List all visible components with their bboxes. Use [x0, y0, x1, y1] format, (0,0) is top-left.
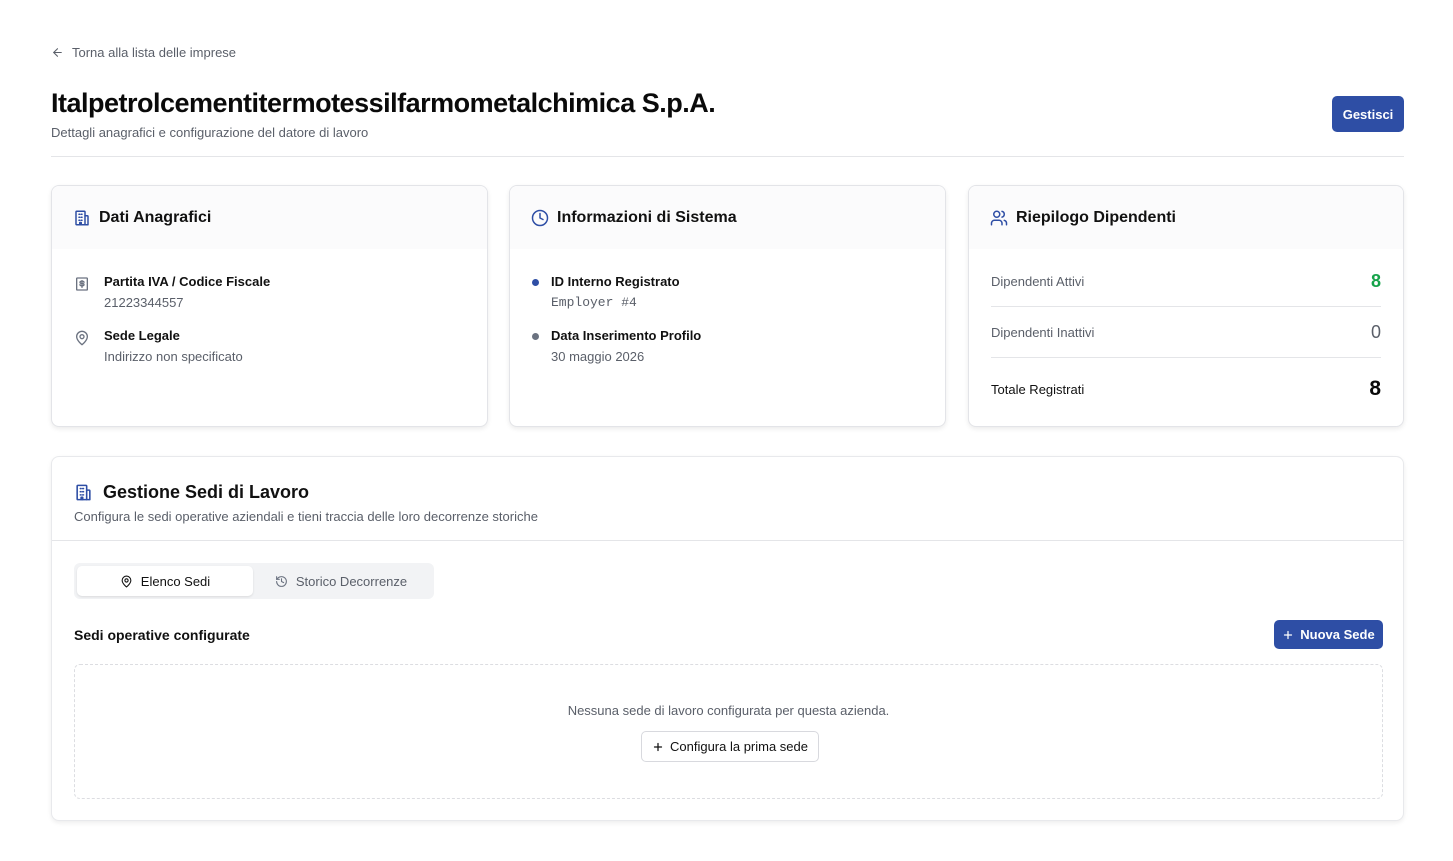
card-anagrafica: Dati Anagrafici Partita IVA / Codice Fis…: [51, 185, 488, 427]
map-pin-icon: [121, 575, 132, 587]
new-location-button[interactable]: Nuova Sede: [1274, 620, 1383, 649]
inactive-employees-row: Dipendenti Inattivi 0: [991, 322, 1381, 343]
locations-section: Gestione Sedi di Lavoro Configura le sed…: [51, 456, 1404, 821]
total-employees-label: Totale Registrati: [991, 381, 1085, 397]
card-system-title: Informazioni di Sistema: [557, 208, 737, 226]
tab-elenco-sedi[interactable]: Elenco Sedi: [77, 566, 253, 596]
inactive-employees-label: Dipendenti Inattivi: [991, 325, 1095, 340]
arrow-left-icon: [53, 48, 62, 57]
locations-section-title: Gestione Sedi di Lavoro: [74, 482, 309, 503]
building-icon: [75, 210, 89, 225]
map-pin-icon: [76, 330, 88, 346]
total-employees-value: 8: [1369, 377, 1381, 400]
insert-date-row: Data Inserimento Profilo 30 maggio 2026: [532, 328, 701, 364]
vat-value: 21223344557: [104, 295, 184, 310]
active-employees-row: Dipendenti Attivi 8: [991, 271, 1381, 292]
internal-id-label: ID Interno Registrato: [551, 274, 680, 289]
plus-icon: [1284, 630, 1293, 639]
active-employees-label: Dipendenti Attivi: [991, 274, 1085, 289]
card-system: Informazioni di Sistema ID Interno Regis…: [509, 185, 946, 427]
receipt-icon: [76, 277, 88, 291]
page-subtitle: Dettagli anagrafici e configurazione del…: [51, 125, 369, 140]
tab-storico-decorrenze[interactable]: Storico Decorrenze: [253, 566, 429, 596]
stat-divider: [991, 306, 1381, 307]
insert-date-value: 30 maggio 2026: [551, 349, 645, 364]
card-employees-title: Riepilogo Dipendenti: [1016, 208, 1176, 226]
status-dot: [532, 333, 539, 340]
internal-id-row: ID Interno Registrato Employer #4: [532, 274, 680, 310]
inactive-employees-value: 0: [1370, 322, 1381, 342]
configure-first-location-button[interactable]: Configura la prima sede: [641, 731, 819, 762]
card-anagrafica-header: Dati Anagrafici: [52, 186, 487, 249]
clock-icon: [531, 209, 549, 226]
configure-first-location-label: Configura la prima sede: [669, 739, 809, 754]
card-employees-header: Riepilogo Dipendenti: [969, 186, 1403, 249]
vat-row: Partita IVA / Codice Fiscale 21223344557: [74, 274, 270, 310]
header-divider: [51, 156, 1404, 157]
empty-state: Nessuna sede di lavoro configurata per q…: [74, 664, 1383, 799]
plus-icon: [653, 742, 663, 751]
locations-tabs: Elenco Sedi Storico Decorrenze: [74, 563, 434, 599]
insert-date-label: Data Inserimento Profilo: [551, 328, 702, 343]
empty-state-text: Nessuna sede di lavoro configurata per q…: [567, 703, 890, 718]
internal-id-value: Employer #4: [551, 295, 637, 310]
stat-divider: [991, 357, 1381, 358]
tab-label: Elenco Sedi: [140, 573, 211, 589]
vat-label: Partita IVA / Codice Fiscale: [104, 274, 271, 289]
new-location-label: Nuova Sede: [1300, 627, 1375, 642]
back-to-list-link[interactable]: Torna alla lista delle imprese: [51, 45, 236, 60]
address-value: Indirizzo non specificato: [104, 349, 243, 364]
status-dot: [532, 279, 539, 286]
page-title: Italpetrolcementitermotessilfarmometalch…: [51, 88, 716, 118]
back-link-label: Torna alla lista delle imprese: [72, 45, 237, 60]
address-label: Sede Legale: [104, 328, 180, 343]
address-row: Sede Legale Indirizzo non specificato: [74, 328, 243, 364]
card-anagrafica-title: Dati Anagrafici: [99, 208, 212, 226]
building-icon: [76, 484, 91, 501]
section-divider: [52, 540, 1403, 541]
locations-subtitle: Configura le sedi operative aziendali e …: [74, 509, 538, 524]
manage-button[interactable]: Gestisci: [1332, 96, 1404, 132]
card-system-header: Informazioni di Sistema: [510, 186, 945, 249]
tab-label: Storico Decorrenze: [295, 573, 408, 589]
active-employees-value: 8: [1370, 271, 1381, 291]
total-employees-row: Totale Registrati 8: [991, 377, 1381, 401]
history-icon: [275, 575, 287, 587]
card-employees: Riepilogo Dipendenti Dipendenti Attivi 8…: [968, 185, 1404, 427]
users-icon: [990, 210, 1008, 225]
locations-list-heading: Sedi operative configurate: [74, 627, 250, 643]
locations-title-text: Gestione Sedi di Lavoro: [103, 482, 310, 502]
